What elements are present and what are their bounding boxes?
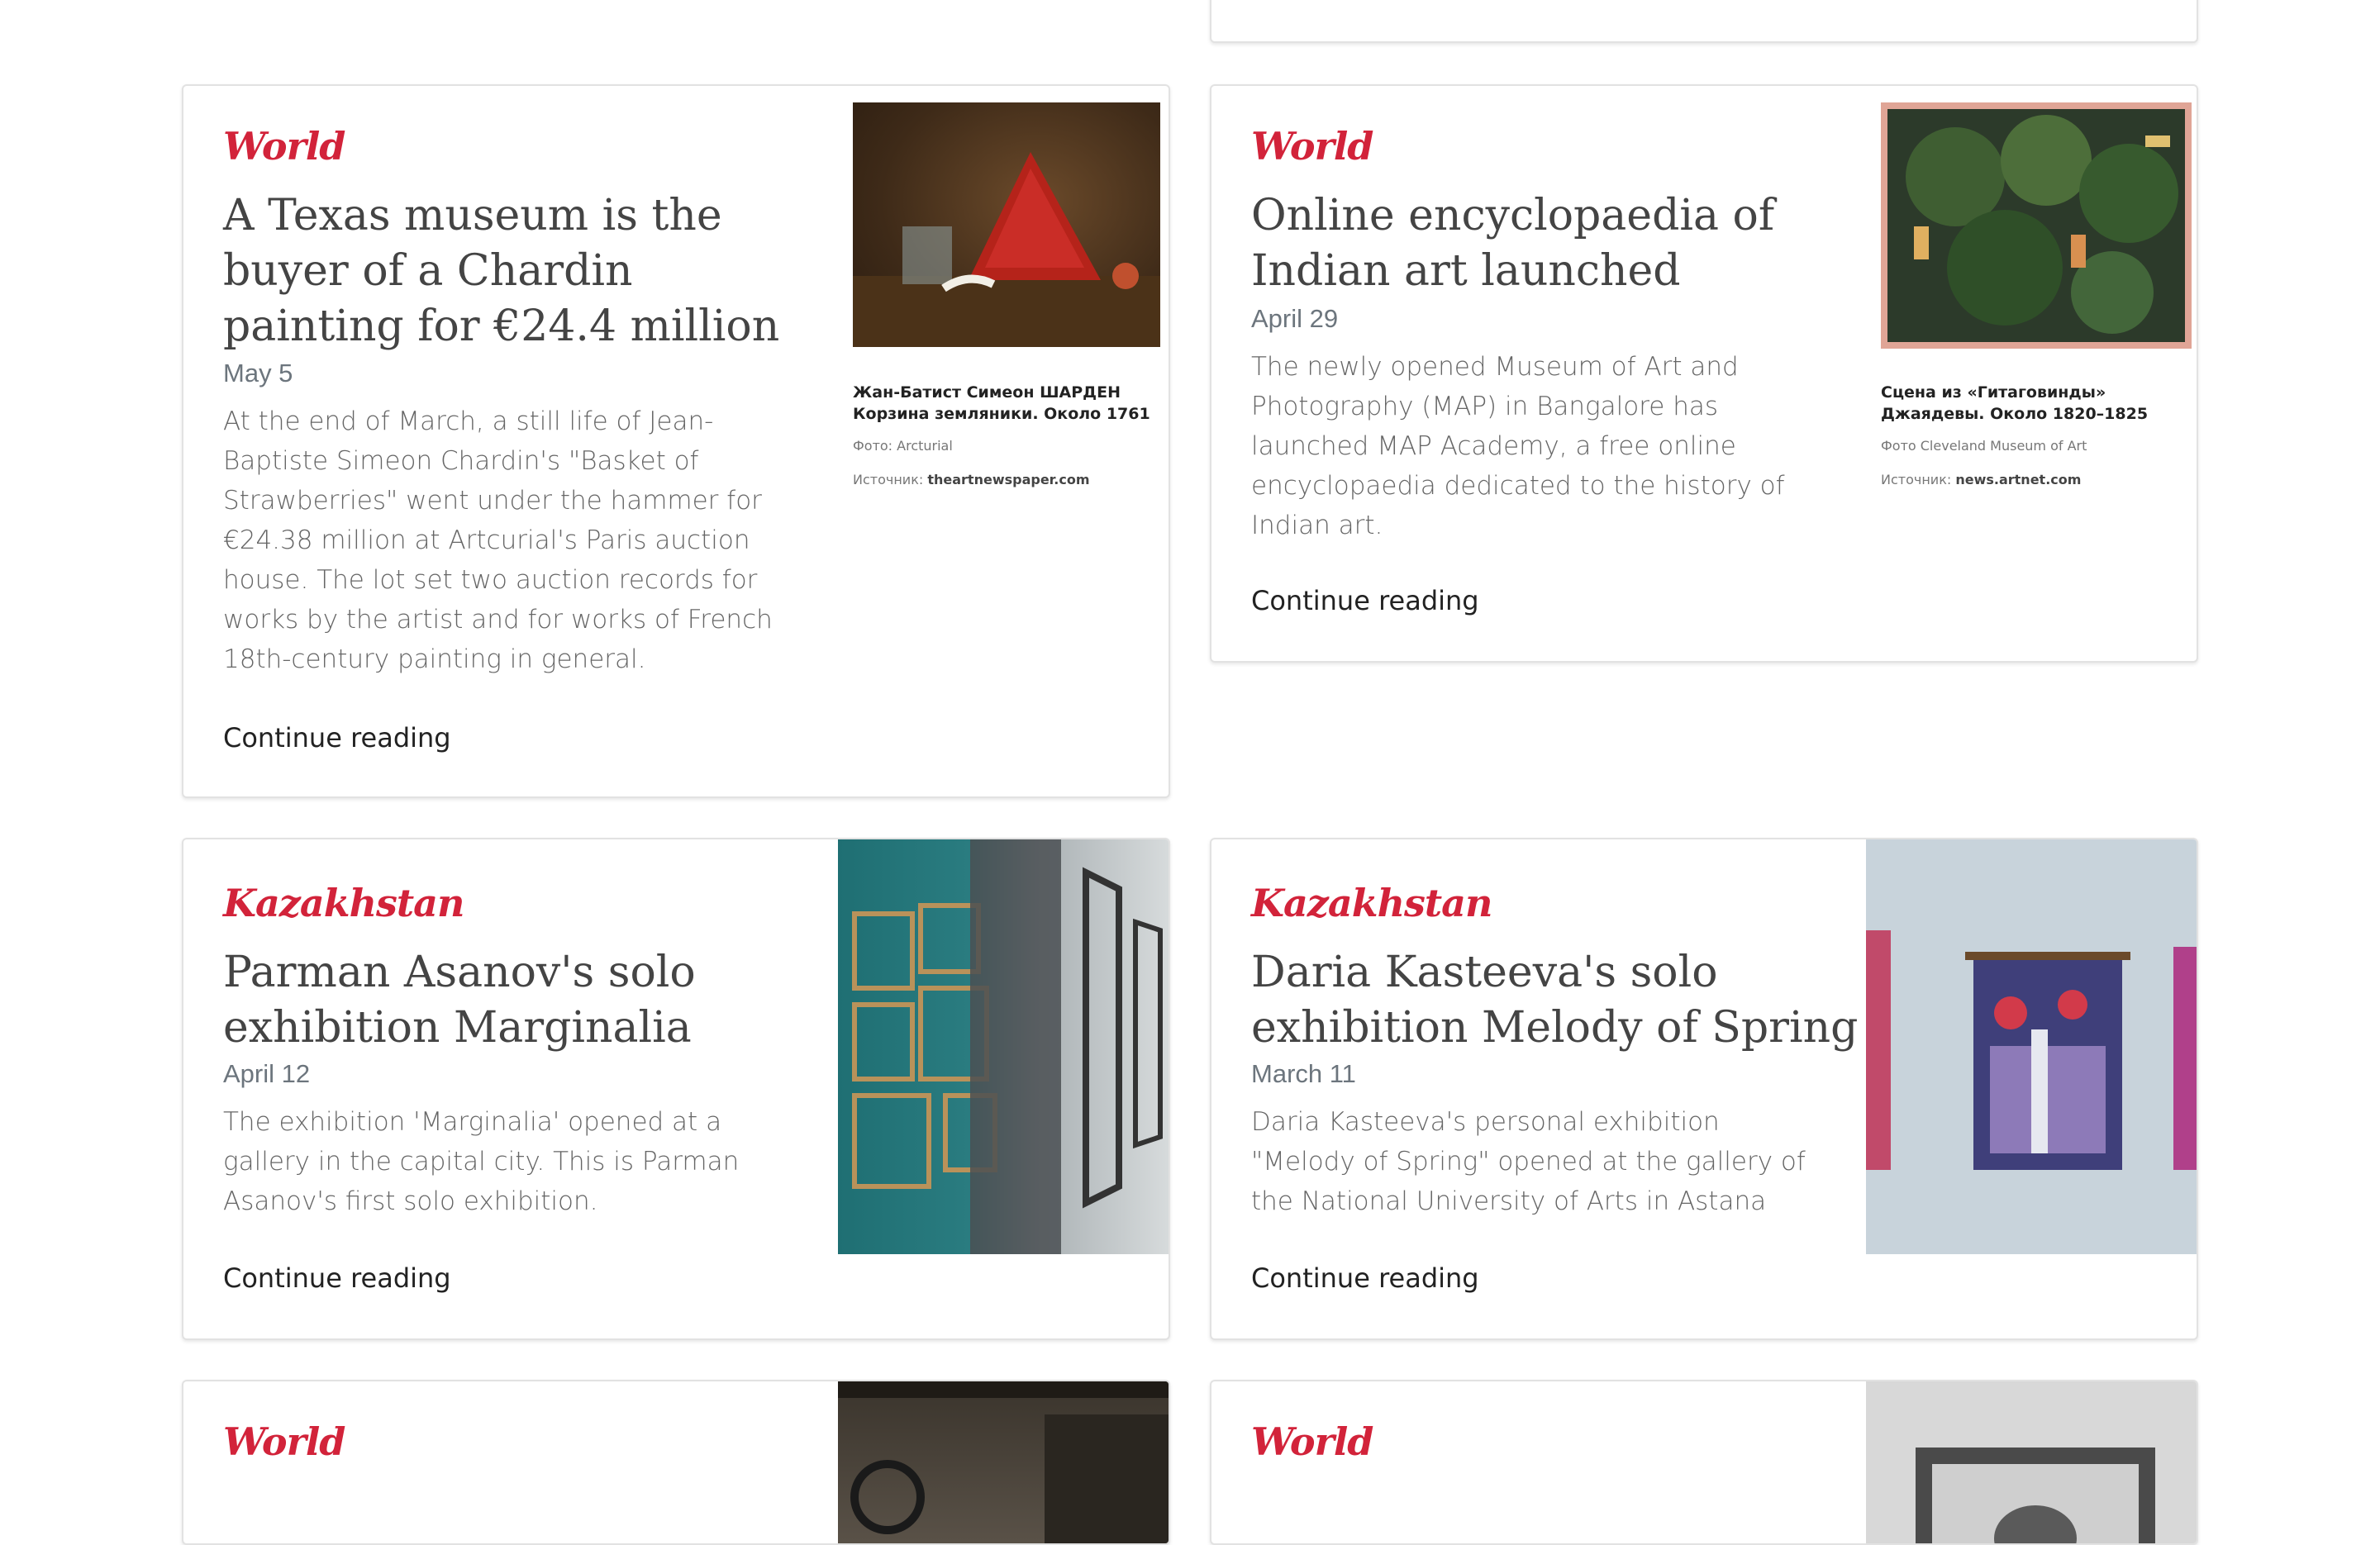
article-image[interactable] [1866,1381,2197,1543]
category-tag[interactable]: World [223,1419,345,1464]
interior-photo [838,1381,1169,1543]
caption-source: Источник: news.artnet.com [1881,472,2188,487]
article-image[interactable] [838,1381,1169,1543]
article-excerpt: The newly opened Museum of Art and Photo… [1251,352,1785,540]
gallery-frames-photo [852,839,1163,1254]
category-tag[interactable]: Kazakhstan [223,881,464,925]
article-excerpt: The exhibition 'Marginalia' opened at a … [223,1107,740,1216]
article-card: Kazakhstan Daria Kasteeva's solo exhibit… [1210,838,2198,1340]
article-date: May 5 [223,359,293,387]
continue-reading-link[interactable]: Continue reading [1251,585,1479,616]
article-date: April 29 [1251,304,1339,333]
article-title[interactable]: Parman Asanov's solo exhibition Marginal… [223,945,818,1056]
caption-subtitle: Корзина земляники. Около 1761 [853,405,1150,423]
article-title[interactable]: Daria Kasteeva's solo exhibition Melody … [1251,945,1863,1056]
caption-title: Жан-Батист Симеон ШАРДЕН [853,383,1121,402]
article-image[interactable] [1866,839,2197,1254]
article-image[interactable] [1881,102,2192,349]
continue-reading-link[interactable]: Continue reading [1251,1262,1479,1294]
article-date: April 12 [223,1059,311,1088]
article-excerpt: Daria Kasteeva's personal exhibition "Me… [1251,1107,1806,1216]
image-caption: Сцена из «Гитаговинды» Джаядевы. Около 1… [1881,382,2188,487]
article-card: World [182,1380,1170,1545]
continue-reading-link[interactable]: Continue reading [223,1262,451,1294]
caption-source-prefix: Источник: [1881,472,1952,487]
article-date: March 11 [1251,1059,1356,1088]
caption-source-link[interactable]: news.artnet.com [1955,472,2081,487]
caption-photo-credit: Фото Cleveland Museum of Art [1881,438,2087,454]
strawberry-basket-painting [853,152,1160,347]
indian-miniature-painting [1887,109,2185,342]
tapestry-exhibition-photo [1866,930,2197,1170]
caption-source: Источник: theartnewspaper.com [853,472,1160,487]
caption-source-link[interactable]: theartnewspaper.com [927,472,1089,487]
article-card-partial-top [1210,0,2198,43]
caption-photo-credit: Фото: Arcturial [853,438,953,454]
article-title[interactable]: A Texas museum is the buyer of a Chardin… [223,188,802,354]
category-tag[interactable]: World [223,124,345,169]
article-title[interactable]: Online encyclopaedia of Indian art launc… [1251,188,1830,299]
portrait-photo [1916,1448,2155,1543]
article-card: Kazakhstan Parman Asanov's solo exhibiti… [182,838,1170,1340]
caption-title: Сцена из «Гитаговинды» [1881,383,2106,402]
image-caption: Жан-Батист Симеон ШАРДЕН Корзина земляни… [853,382,1160,487]
article-image[interactable] [853,102,1160,347]
category-tag[interactable]: World [1251,124,1373,169]
article-card: World [1210,1380,2198,1545]
continue-reading-link[interactable]: Continue reading [223,722,451,753]
article-image[interactable] [838,839,1169,1254]
category-tag[interactable]: Kazakhstan [1251,881,1492,925]
caption-subtitle: Джаядевы. Около 1820–1825 [1881,405,2149,423]
article-card: World Online encyclopaedia of Indian art… [1210,84,2198,663]
article-card: World A Texas museum is the buyer of a C… [182,84,1170,798]
category-tag[interactable]: World [1251,1419,1373,1464]
article-excerpt: At the end of March, a still life of Jea… [223,406,773,674]
caption-source-prefix: Источник: [853,472,924,487]
